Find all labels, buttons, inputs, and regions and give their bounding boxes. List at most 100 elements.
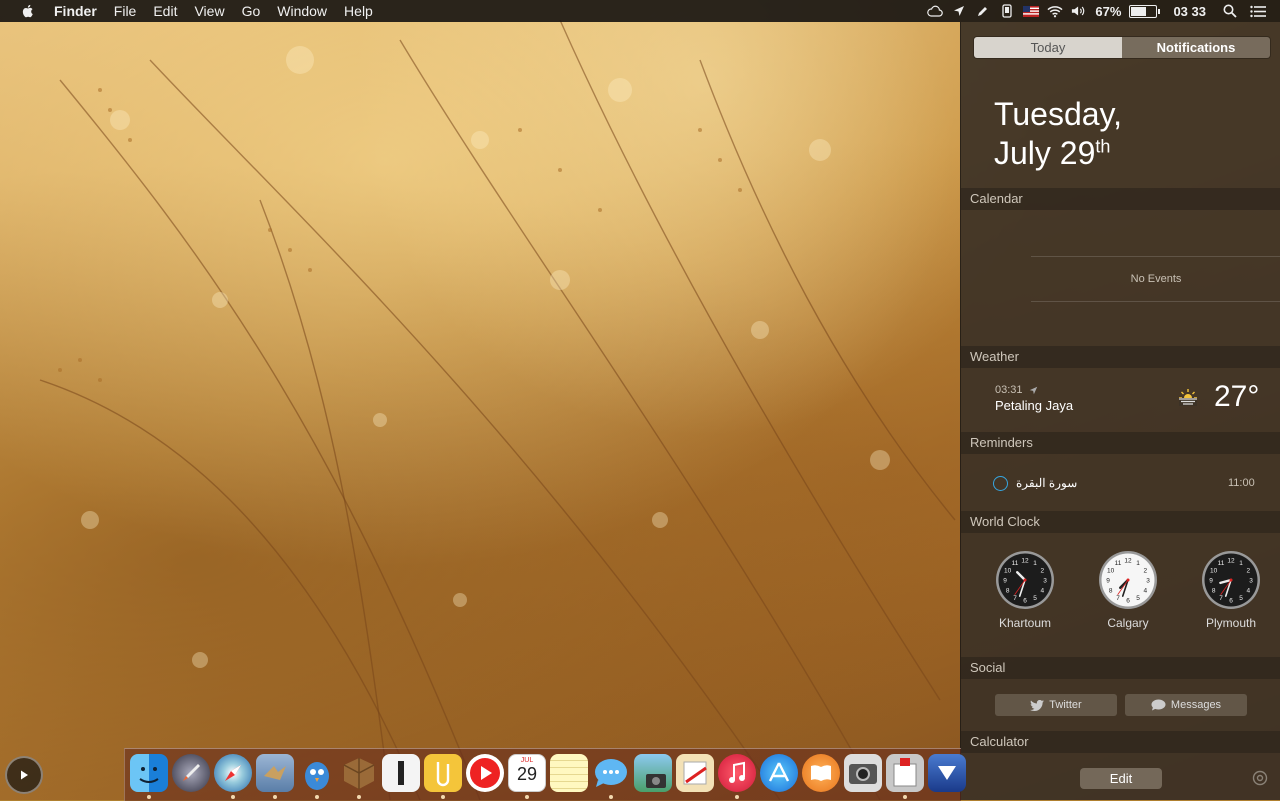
calendar-day: 29	[516, 764, 538, 784]
clock-city-calgary: Calgary	[1107, 616, 1149, 630]
photo-booth-icon[interactable]	[844, 754, 882, 792]
clock-numeral: 5	[1033, 595, 1037, 602]
calculator-header[interactable]: Calculator	[961, 731, 1280, 753]
reminders-header[interactable]: Reminders	[961, 432, 1280, 454]
wifi-icon[interactable]	[1047, 3, 1063, 19]
clock-plymouth-face: 1234567891011 12	[1202, 551, 1260, 609]
weather-header[interactable]: Weather	[961, 346, 1280, 368]
reminder-time: 11:00	[1228, 477, 1255, 489]
battery-icon[interactable]	[1129, 4, 1161, 18]
running-indicator	[903, 795, 907, 799]
menu-window[interactable]: Window	[277, 0, 327, 22]
keynote-icon[interactable]	[928, 754, 966, 792]
twitter-label: Twitter	[1049, 699, 1082, 711]
menu-view[interactable]: View	[194, 0, 224, 22]
speech-bubble-icon	[1151, 699, 1166, 711]
flag-us-icon[interactable]	[1023, 3, 1040, 19]
menu-app-name[interactable]: Finder	[54, 0, 97, 22]
play-icon	[21, 770, 28, 780]
itunes-icon[interactable]	[718, 754, 756, 792]
messages-button[interactable]: Messages	[1125, 694, 1247, 716]
play-button[interactable]	[5, 756, 43, 794]
date-monthday: July 29th	[994, 135, 1110, 172]
calendar-icon[interactable]: JUL 29	[508, 754, 546, 792]
calendar-header[interactable]: Calendar	[961, 188, 1280, 210]
clock-numeral: 11	[1115, 560, 1122, 567]
running-indicator	[525, 795, 529, 799]
running-indicator	[609, 795, 613, 799]
notification-center-icon[interactable]	[1250, 3, 1266, 19]
clock-numeral: 8	[1212, 588, 1216, 595]
launchpad-icon[interactable]	[172, 754, 210, 792]
volume-icon[interactable]	[1071, 3, 1087, 19]
social-header[interactable]: Social	[961, 657, 1280, 679]
twitter-button[interactable]: Twitter	[995, 694, 1117, 716]
safari-icon[interactable]	[214, 754, 252, 792]
menu-edit[interactable]: Edit	[153, 0, 177, 22]
location-arrow-icon[interactable]	[951, 3, 967, 19]
clock-numeral: 1	[1136, 560, 1140, 567]
clock-numeral: 7	[1116, 595, 1120, 602]
tab-today[interactable]: Today	[974, 37, 1122, 58]
clock-numeral: 3	[1249, 578, 1253, 585]
weather-time: 03:31	[995, 384, 1023, 396]
weather-city[interactable]: Petaling Jaya	[995, 398, 1073, 413]
menu-help[interactable]: Help	[344, 0, 373, 22]
calendar-month: JUL	[520, 757, 534, 764]
clock-numeral: 12	[1021, 558, 1029, 565]
notification-center: Today Notifications Tuesday, July 29th C…	[960, 22, 1280, 800]
clock-numeral: 2	[1041, 568, 1045, 575]
clock-numeral: 10	[1107, 568, 1115, 575]
ia-writer-icon[interactable]	[382, 754, 420, 792]
reminder-checkbox[interactable]	[993, 476, 1008, 491]
pen-icon[interactable]	[975, 3, 991, 19]
running-indicator	[231, 795, 235, 799]
tab-notifications[interactable]: Notifications	[1122, 37, 1270, 58]
clock-numeral: 1	[1239, 560, 1243, 567]
app-store-icon[interactable]	[760, 754, 798, 792]
edit-button[interactable]: Edit	[1080, 768, 1162, 789]
clock-numeral: 10	[1210, 568, 1218, 575]
clock-calgary-face: 1234567891011 12	[1099, 551, 1157, 609]
spotlight-search-icon[interactable]	[1222, 3, 1238, 19]
clock-numeral: 11	[1218, 560, 1225, 567]
clock-numeral: 11	[1012, 560, 1019, 567]
clock-numeral: 2	[1247, 568, 1251, 575]
weather-time-row: 03:31	[995, 384, 1038, 396]
twitter-bird-icon	[1030, 699, 1045, 711]
pages-icon[interactable]	[424, 754, 462, 792]
twitterrific-icon[interactable]	[298, 754, 336, 792]
mail-icon[interactable]	[256, 754, 294, 792]
photo-icon[interactable]	[634, 754, 672, 792]
menu-clock[interactable]: 03 33	[1173, 4, 1206, 19]
clock-numeral: 6	[1126, 598, 1130, 605]
youtube-icon[interactable]	[466, 754, 504, 792]
apple-icon[interactable]	[20, 3, 36, 19]
phone-icon[interactable]	[999, 3, 1015, 19]
nc-tab-switcher: Today Notifications	[973, 36, 1271, 59]
date-weekday: Tuesday,	[994, 96, 1123, 132]
reminder-text[interactable]: سورة البقرة	[1016, 476, 1077, 490]
world-clock-header[interactable]: World Clock	[961, 511, 1280, 533]
archive-utility-icon[interactable]	[340, 754, 378, 792]
cloud-icon[interactable]	[927, 3, 944, 19]
clock-numeral: 7	[1013, 595, 1017, 602]
finder-icon[interactable]	[130, 754, 168, 792]
clock-numeral: 1	[1033, 560, 1037, 567]
sketch-icon[interactable]	[676, 754, 714, 792]
dock: JUL 29	[124, 748, 966, 801]
clock-numeral: 12	[1124, 558, 1132, 565]
date-month-text: July 29	[994, 135, 1096, 171]
notes-icon[interactable]	[550, 754, 588, 792]
clock-numeral: 9	[1209, 578, 1213, 585]
date-suffix: th	[1095, 136, 1111, 157]
clock-city-plymouth: Plymouth	[1205, 616, 1257, 630]
calendar-no-events: No Events	[1031, 256, 1280, 302]
menu-go[interactable]: Go	[242, 0, 261, 22]
ibooks-icon[interactable]	[802, 754, 840, 792]
messages-icon[interactable]	[592, 754, 630, 792]
menu-file[interactable]: File	[114, 0, 137, 22]
gear-icon[interactable]	[1251, 769, 1269, 787]
preview-icon[interactable]	[886, 754, 924, 792]
clock-numeral: 6	[1229, 598, 1233, 605]
